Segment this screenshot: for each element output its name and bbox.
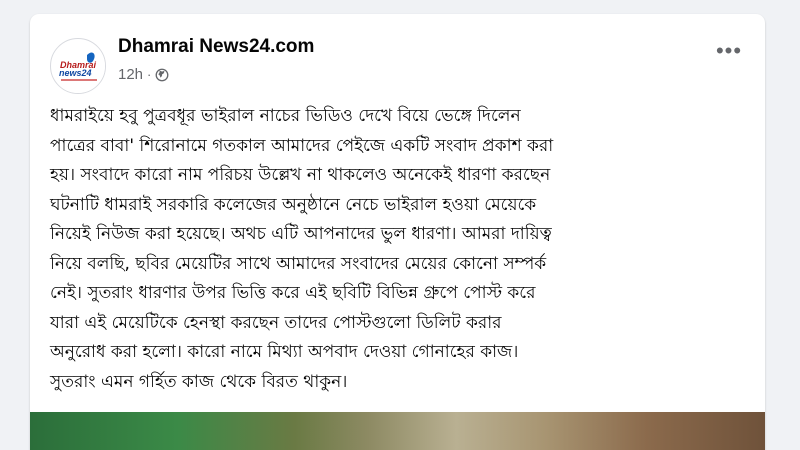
post-timestamp[interactable]: 12h [118,66,143,83]
post-body-text: ধামরাইয়ে হবু পুত্রবধূর ভাইরাল নাচের ভিড… [50,106,554,392]
post-card: Dhamrai news24 Dhamrai News24.com 12h · … [30,14,765,450]
meta-separator: · [147,67,152,82]
post-image[interactable] [30,412,765,450]
page-logo: Dhamrai news24 [52,40,105,93]
post-meta: 12h · [118,66,169,83]
page-avatar[interactable]: Dhamrai news24 [50,38,106,94]
svg-text:news24: news24 [59,68,92,78]
globe-icon[interactable] [155,68,169,82]
page-name-link[interactable]: Dhamrai News24.com [118,36,314,58]
more-options-button[interactable]: ••• [711,40,747,68]
